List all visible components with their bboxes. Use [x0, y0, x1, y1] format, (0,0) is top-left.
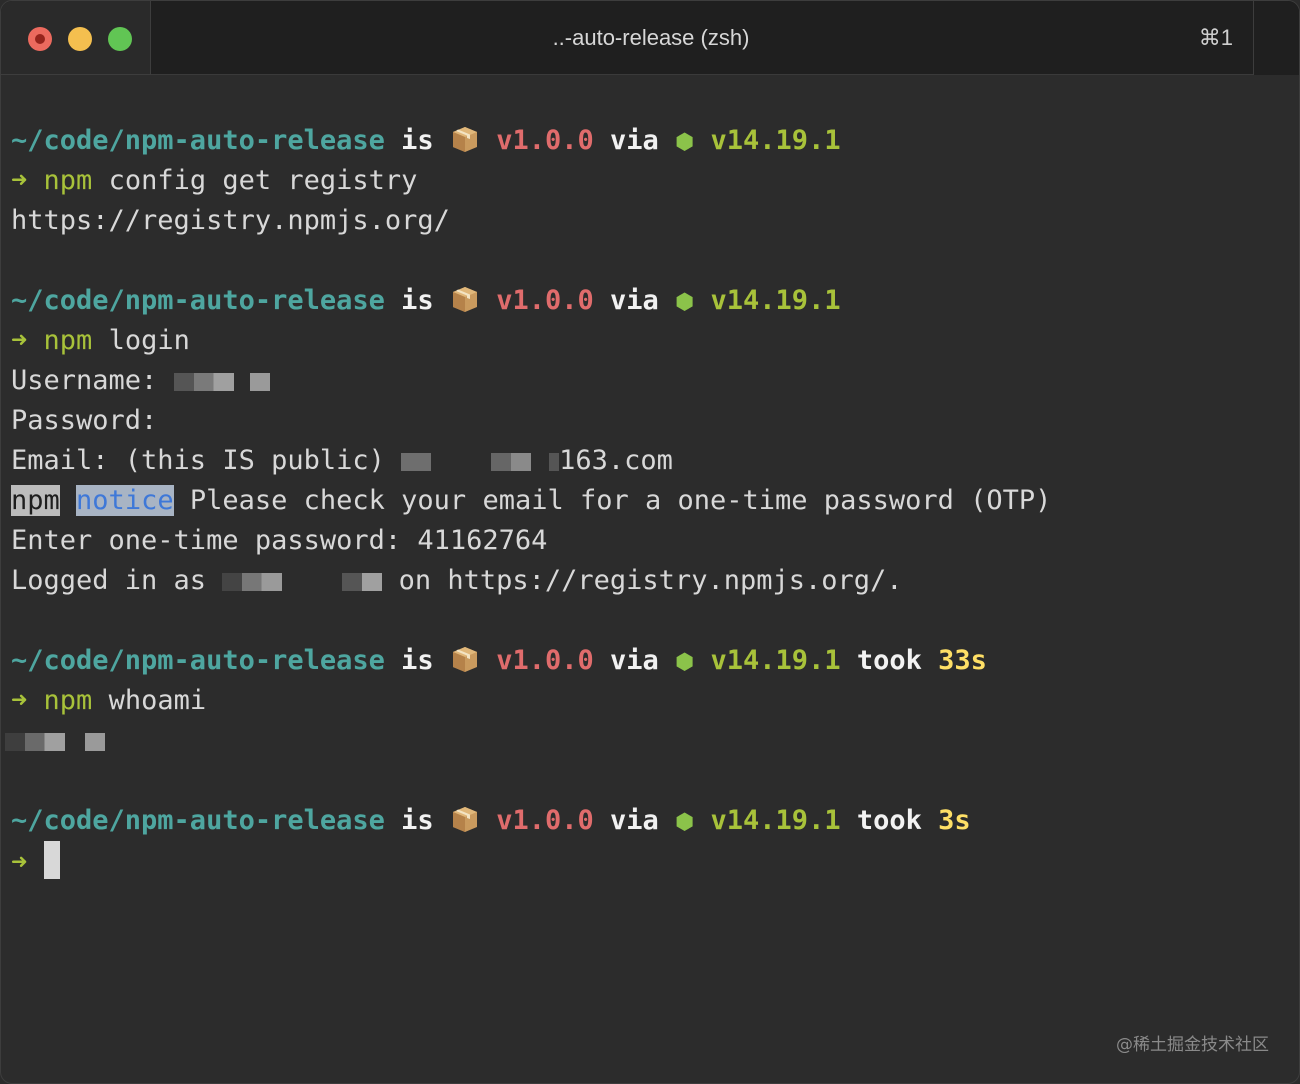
- hexagon-icon: ⬢: [675, 290, 695, 315]
- window-title: ..-auto-release (zsh): [552, 25, 750, 50]
- prompt-line: ~/code/npm-auto-release is v1.0.0 via ⬢ …: [11, 641, 1051, 681]
- otp-line: Enter one-time password: 41162764: [11, 525, 548, 556]
- package-icon: [450, 284, 480, 314]
- logged-prefix: Logged in as: [11, 565, 223, 596]
- prompt-node-version: v14.19.1: [710, 285, 841, 316]
- tab-shortcut: ⌘1: [1198, 25, 1233, 50]
- prompt-arrow-icon: ➜: [11, 325, 28, 356]
- prompt-duration: 33s: [938, 645, 987, 676]
- package-icon: [450, 804, 480, 834]
- redacted-user: [222, 573, 283, 591]
- prompt-duration: 3s: [938, 805, 971, 836]
- username-label: Username:: [11, 365, 158, 396]
- prompt-arrow-icon: ➜: [11, 847, 28, 878]
- prompt-node-version: v14.19.1: [710, 125, 841, 156]
- username-line: Username:: [11, 361, 1051, 401]
- logged-suffix: on https://registry.npmjs.org/.: [398, 565, 903, 596]
- command-line: ➜ npm config get registry: [11, 161, 1051, 201]
- redacted-whoami: [5, 733, 65, 751]
- new-tab-button[interactable]: [1253, 1, 1299, 75]
- prompt-version: v1.0.0: [496, 645, 594, 676]
- notice-text: Please check your email for a one-time p…: [173, 485, 1052, 516]
- hexagon-icon: ⬢: [675, 810, 695, 835]
- prompt-via: via: [610, 645, 659, 676]
- prompt-path: ~/code/npm-auto-release: [11, 645, 385, 676]
- prompt-path: ~/code/npm-auto-release: [11, 285, 385, 316]
- terminal-content[interactable]: ~/code/npm-auto-release is v1.0.0 via ⬢ …: [5, 121, 1051, 881]
- email-line: Email: (this IS public) 163.com: [11, 441, 1051, 481]
- command-line: ➜ npm whoami: [11, 681, 1051, 721]
- prompt-via: via: [610, 285, 659, 316]
- input-line[interactable]: ➜: [11, 841, 1051, 881]
- command-name: npm: [43, 685, 93, 716]
- command-line: ➜ npm login: [11, 321, 1051, 361]
- title-bar: ..-auto-release (zsh) ⌘1: [1, 1, 1299, 75]
- prompt-version: v1.0.0: [496, 125, 594, 156]
- prompt-node-version: v14.19.1: [710, 805, 841, 836]
- email-domain: 163.com: [559, 445, 673, 476]
- redacted-username: [249, 373, 270, 391]
- output-line: https://registry.npmjs.org/: [11, 205, 450, 236]
- prompt-arrow-icon: ➜: [11, 685, 28, 716]
- whoami-output-line: [5, 721, 1051, 761]
- redacted-username: [173, 373, 234, 391]
- prompt-version: v1.0.0: [496, 285, 594, 316]
- redacted-user: [342, 573, 383, 591]
- watermark: @稀土掘金技术社区: [1116, 1035, 1269, 1055]
- package-icon: [450, 124, 480, 154]
- npm-notice-line: npm notice Please check your email for a…: [11, 481, 1051, 521]
- command-args: login: [92, 325, 190, 356]
- hexagon-icon: ⬢: [675, 650, 695, 675]
- redacted-whoami: [85, 733, 105, 751]
- command-args: config get registry: [92, 165, 418, 196]
- prompt-is: is: [401, 645, 434, 676]
- prompt-is: is: [401, 125, 434, 156]
- email-label: Email: (this IS public): [11, 445, 402, 476]
- prompt-via: via: [610, 125, 659, 156]
- command-name: npm: [43, 325, 93, 356]
- logged-in-line: Logged in as on https://registry.npmjs.o…: [11, 561, 1051, 601]
- hexagon-icon: ⬢: [675, 130, 695, 155]
- prompt-took: took: [856, 805, 922, 836]
- prompt-path: ~/code/npm-auto-release: [11, 125, 385, 156]
- notice-label: notice: [76, 485, 174, 516]
- text-cursor[interactable]: [43, 841, 60, 879]
- prompt-path: ~/code/npm-auto-release: [11, 805, 385, 836]
- prompt-version: v1.0.0: [496, 805, 594, 836]
- prompt-is: is: [401, 285, 434, 316]
- package-icon: [450, 644, 480, 674]
- prompt-took: took: [856, 645, 922, 676]
- prompt-node-version: v14.19.1: [710, 645, 841, 676]
- prompt-arrow-icon: ➜: [11, 165, 28, 196]
- npm-label: npm: [11, 485, 60, 516]
- command-name: npm: [43, 165, 93, 196]
- prompt-via: via: [610, 805, 659, 836]
- command-args: whoami: [92, 685, 207, 716]
- redacted-email: [491, 453, 532, 471]
- redacted-email: [401, 453, 432, 471]
- terminal-window: ..-auto-release (zsh) ⌘1 ~/code/npm-auto…: [0, 0, 1300, 1084]
- prompt-is: is: [401, 805, 434, 836]
- password-line: Password:: [11, 405, 158, 436]
- redacted-email: [549, 453, 560, 471]
- prompt-line: ~/code/npm-auto-release is v1.0.0 via ⬢ …: [11, 801, 1051, 841]
- prompt-line: ~/code/npm-auto-release is v1.0.0 via ⬢ …: [11, 121, 1051, 161]
- prompt-line: ~/code/npm-auto-release is v1.0.0 via ⬢ …: [11, 281, 1051, 321]
